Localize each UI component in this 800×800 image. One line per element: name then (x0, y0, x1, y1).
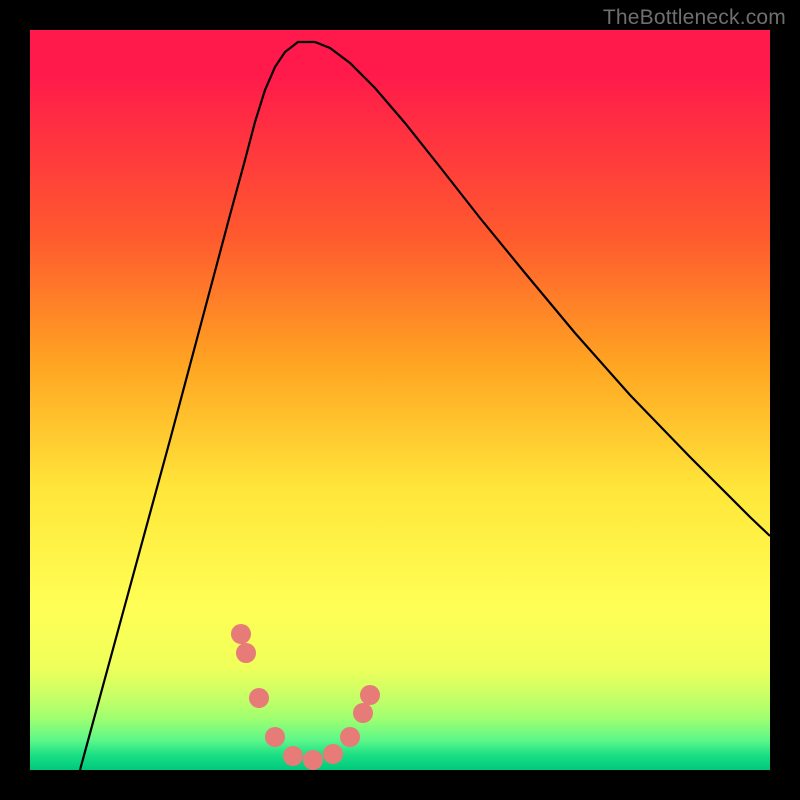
marker-dot (340, 727, 360, 747)
marker-dot (303, 750, 323, 770)
marker-dot (360, 685, 380, 705)
marker-group (231, 624, 380, 770)
marker-dot (323, 744, 343, 764)
marker-dot (265, 727, 285, 747)
marker-dot (231, 624, 251, 644)
plot-area (30, 30, 770, 770)
bottleneck-curve (80, 42, 770, 770)
outer-frame: TheBottleneck.com (0, 0, 800, 800)
watermark-text: TheBottleneck.com (603, 6, 786, 30)
marker-dot (353, 703, 373, 723)
chart-svg (30, 30, 770, 770)
marker-dot (283, 746, 303, 766)
marker-dot (249, 688, 269, 708)
marker-dot (236, 643, 256, 663)
